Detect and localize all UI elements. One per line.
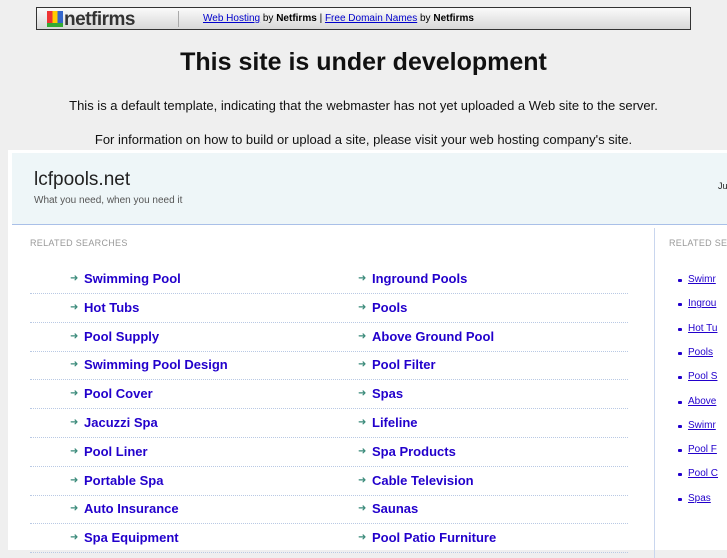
arrow-icon: ➜ <box>358 330 367 342</box>
sidebar-search-link[interactable]: Pool C <box>677 468 718 479</box>
related-search-link[interactable]: Spa Products <box>372 444 456 459</box>
arrow-icon: ➜ <box>358 474 367 486</box>
sidebar-search-link[interactable]: Pool F <box>678 444 717 455</box>
related-search-link[interactable]: Saunas <box>372 501 418 516</box>
arrow-icon: ➜ <box>70 503 79 515</box>
arrow-icon: ➜ <box>358 273 367 284</box>
arrow-icon: ➜ <box>70 273 79 284</box>
header-right-text: Ju <box>718 181 727 191</box>
sidebar-search-link[interactable]: Above <box>677 396 716 407</box>
search-row: ➜ Swimming Pool ➜ Inground Pools <box>30 265 628 294</box>
search-row: ➜ Pool Liner ➜ Spa Products <box>30 438 628 467</box>
arrow-icon: ➜ <box>358 445 367 457</box>
related-search-link[interactable]: Inground Pools <box>372 271 467 286</box>
related-search-link[interactable]: Pools <box>372 300 407 315</box>
sidebar-search-link[interactable]: Pools <box>677 347 713 358</box>
related-search-link[interactable]: Lifeline <box>372 415 418 430</box>
column-divider <box>654 228 655 558</box>
related-search-link[interactable]: Swimming Pool <box>84 271 181 286</box>
related-search-link[interactable]: Pool Filter <box>372 357 436 372</box>
search-row: ➜ Swimming Pool Design ➜ Pool Filter <box>30 351 628 381</box>
arrow-icon: ➜ <box>358 301 367 313</box>
divider <box>178 11 179 27</box>
related-search-link[interactable]: Swimming Pool Design <box>84 357 228 372</box>
sidebar-search-link[interactable]: Hot Tu <box>677 323 717 334</box>
by-text: by <box>262 13 274 24</box>
search-row: ➜ Hot Tubs ➜ Pools <box>30 294 628 323</box>
sidebar-search-link[interactable]: Spas <box>678 493 711 504</box>
page-title: This site is under development <box>180 48 547 76</box>
search-row: ➜ Pool Cover ➜ Spas <box>30 380 628 410</box>
sidebar-label: RELATED SE <box>669 238 727 248</box>
arrow-icon: ➜ <box>358 417 367 428</box>
info-line-1: This is a default template, indicating t… <box>69 98 658 113</box>
brand-text: Netfirms <box>433 13 474 24</box>
arrow-icon: ➜ <box>70 474 79 486</box>
search-row: ➜ Pool Supply ➜ Above Ground Pool <box>30 323 628 352</box>
related-search-link[interactable]: Cable Television <box>372 473 474 488</box>
arrow-icon: ➜ <box>358 503 367 515</box>
brand-text: Netfirms <box>276 13 317 24</box>
arrow-icon: ➜ <box>70 301 79 313</box>
arrow-icon: ➜ <box>70 417 79 428</box>
related-search-link[interactable]: Portable Spa <box>84 473 163 488</box>
site-tagline: What you need, when you need it <box>34 195 183 206</box>
site-header: lcfpools.net What you need, when you nee… <box>12 153 727 225</box>
web-hosting-link[interactable]: Web Hosting <box>203 13 260 24</box>
arrow-icon: ➜ <box>70 359 79 371</box>
related-search-link[interactable]: Pool Patio Furniture <box>372 530 496 545</box>
bar-links: Web Hosting by Netfirms | Free Domain Na… <box>203 13 474 24</box>
search-row: ➜ Auto Insurance ➜ Saunas <box>30 495 628 525</box>
site-name[interactable]: lcfpools.net <box>34 169 130 191</box>
arrow-icon: ➜ <box>358 388 367 400</box>
related-search-link[interactable]: Hot Tubs <box>84 300 139 315</box>
netfirms-logo-icon <box>47 11 63 27</box>
related-search-link[interactable]: Pool Cover <box>84 386 153 401</box>
related-search-link[interactable]: Pool Liner <box>84 444 148 459</box>
arrow-icon: ➜ <box>358 532 367 544</box>
related-search-link[interactable]: Spa Equipment <box>84 530 179 545</box>
arrow-icon: ➜ <box>70 445 79 457</box>
arrow-icon: ➜ <box>358 359 367 371</box>
related-searches-label: RELATED SEARCHES <box>30 238 128 248</box>
sidebar-search-link[interactable]: Ingrou <box>677 298 716 309</box>
arrow-icon: ➜ <box>70 330 79 342</box>
related-search-link[interactable]: Auto Insurance <box>84 501 179 516</box>
arrow-icon: ➜ <box>70 532 79 544</box>
by-text: by <box>420 13 431 24</box>
arrow-icon: ➜ <box>70 388 79 400</box>
netfirms-logo[interactable]: netfirms <box>47 9 135 31</box>
related-search-link[interactable]: Pool Supply <box>84 329 159 344</box>
info-line-2: For information on how to build or uploa… <box>94 132 633 147</box>
sidebar-search-link[interactable]: Swimr <box>678 420 716 431</box>
parked-page: lcfpools.net What you need, when you nee… <box>8 150 727 558</box>
related-search-link[interactable]: Above Ground Pool <box>372 329 494 344</box>
netfirms-bar: netfirms Web Hosting by Netfirms | Free … <box>36 7 691 30</box>
free-domain-link[interactable]: Free Domain Names <box>325 13 417 24</box>
search-row: ➜ Portable Spa ➜ Cable Television <box>30 467 628 496</box>
related-search-link[interactable]: Spas <box>372 386 403 401</box>
search-row: ➜ Jacuzzi Spa ➜ Lifeline <box>30 409 628 438</box>
sidebar-search-link[interactable]: Pool S <box>677 371 717 382</box>
search-row: ➜ Spa Equipment ➜ Pool Patio Furniture <box>30 524 628 554</box>
related-search-link[interactable]: Jacuzzi Spa <box>84 415 158 430</box>
sidebar-search-link[interactable]: Swimr <box>678 274 716 285</box>
pipe: | <box>319 13 323 24</box>
